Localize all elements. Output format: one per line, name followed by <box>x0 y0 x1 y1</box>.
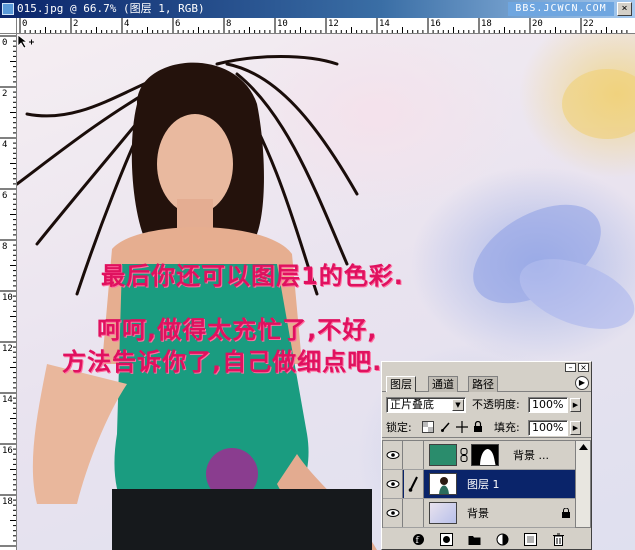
lock-image-icon[interactable] <box>440 421 452 433</box>
tab-layers[interactable]: 图层 <box>386 376 416 392</box>
eye-icon <box>386 451 400 459</box>
layers-palette[interactable]: – × 图层 通道 路径 ▶ 正片叠底 ▼ 不透明度: 100% ▶ 锁定: 填… <box>381 361 592 550</box>
palette-close-button[interactable]: × <box>578 363 589 372</box>
overlay-line-3: 方法告诉你了,自己做细点吧. <box>62 348 383 376</box>
trash-icon[interactable] <box>552 533 565 546</box>
palette-menu-button[interactable]: ▶ <box>575 376 589 390</box>
lock-position-icon[interactable] <box>456 421 468 433</box>
dark-seat <box>112 489 372 550</box>
lock-transparent-icon[interactable] <box>422 421 434 433</box>
layer-row-background[interactable]: 背景 <box>383 499 575 528</box>
left-leg <box>32 364 127 504</box>
visibility-toggle[interactable] <box>383 470 403 498</box>
ruler-label: 14 <box>2 395 13 405</box>
lock-icon <box>562 508 570 518</box>
add-mask-icon[interactable] <box>440 533 453 546</box>
adjustment-layer-icon[interactable] <box>496 533 509 546</box>
opacity-slider-button[interactable]: ▶ <box>570 398 581 412</box>
ruler-label: 18 <box>481 19 492 29</box>
vertical-ruler-ticks <box>0 35 16 547</box>
eye-icon <box>386 509 400 517</box>
ruler-label: 12 <box>2 344 13 354</box>
ruler-label: 4 <box>2 140 8 150</box>
ruler-label: 20 <box>532 19 543 29</box>
layer-thumbnail <box>429 444 457 466</box>
visibility-toggle[interactable] <box>383 499 403 527</box>
ruler-label: 22 <box>583 19 594 29</box>
layer-mask-thumbnail[interactable] <box>471 444 499 466</box>
overlay-line-1: 最后你还可以图层1的色彩. <box>101 262 404 290</box>
ruler-label: 16 <box>430 19 441 29</box>
ruler-label: 2 <box>73 19 79 29</box>
document-title-bar[interactable]: 015.jpg @ 66.7% (图层 1, RGB) BBS.JCWCN.CO… <box>0 0 635 18</box>
ruler-label: 12 <box>328 19 339 29</box>
ruler-label: 16 <box>2 446 13 456</box>
blend-mode-select[interactable]: 正片叠底 ▼ <box>386 397 466 413</box>
scroll-up-arrow-icon[interactable] <box>576 441 591 453</box>
fill-slider-button[interactable]: ▶ <box>570 421 581 435</box>
layer-list[interactable]: 背景 ... 图层 1 背景 <box>382 440 591 528</box>
ruler-label: 0 <box>2 38 8 48</box>
ruler-label: 10 <box>2 293 13 303</box>
palette-footer: f <box>382 530 591 549</box>
layer-row-layer-1[interactable]: 图层 1 <box>383 470 575 499</box>
link-toggle[interactable] <box>404 441 424 469</box>
blend-options-row: 正片叠底 ▼ 不透明度: 100% ▶ <box>382 395 591 415</box>
horizontal-ruler[interactable]: 0 2 4 6 8 10 12 14 16 18 20 22 <box>17 18 635 34</box>
brush-icon <box>408 476 418 492</box>
document-title: 015.jpg @ 66.7% (图层 1, RGB) <box>17 2 205 15</box>
ruler-label: 8 <box>226 19 232 29</box>
opacity-label: 不透明度: <box>472 398 520 411</box>
tab-paths[interactable]: 路径 <box>468 376 498 392</box>
layer-name: 背景 ... <box>513 449 549 462</box>
ruler-label: 6 <box>2 191 8 201</box>
close-button[interactable]: × <box>617 2 632 16</box>
fill-label: 填充: <box>494 421 520 434</box>
palette-tabs: 图层 通道 路径 <box>382 374 591 392</box>
palette-minimize-button[interactable]: – <box>565 363 576 372</box>
fill-value: 100% <box>532 421 564 434</box>
layer-style-icon[interactable]: f <box>412 533 425 546</box>
vertical-ruler[interactable]: 0 2 4 6 8 10 12 14 16 18 <box>0 34 17 550</box>
new-layer-icon[interactable] <box>524 533 537 546</box>
ruler-label: 4 <box>124 19 130 29</box>
layer-name: 图层 1 <box>467 478 500 491</box>
opacity-input[interactable]: 100% <box>528 397 568 413</box>
ruler-label: 18 <box>2 497 13 507</box>
document-icon <box>2 3 14 15</box>
layer-thumbnail <box>429 502 457 524</box>
lock-all-icon[interactable] <box>472 421 484 433</box>
lock-options-row: 锁定: 填充: 100% ▶ <box>382 418 591 438</box>
layer-name: 背景 <box>467 507 489 520</box>
link-toggle[interactable] <box>404 499 424 527</box>
ruler-label: 0 <box>22 19 28 29</box>
layer-thumbnail <box>429 473 457 495</box>
eye-icon <box>386 480 400 488</box>
move-cursor-icon <box>17 34 34 49</box>
overlay-line-2: 呵呵,做得太充忙了,不好, <box>97 316 378 344</box>
chain-link-icon[interactable] <box>460 448 468 462</box>
tab-channels[interactable]: 通道 <box>428 376 458 392</box>
active-layer-brush[interactable] <box>404 470 424 498</box>
layer-row-background-copy[interactable]: 背景 ... <box>383 441 575 470</box>
opacity-value: 100% <box>532 398 564 411</box>
fill-input[interactable]: 100% <box>528 420 568 436</box>
palette-title-bar[interactable]: – × <box>382 362 591 373</box>
blend-mode-value: 正片叠底 <box>390 398 434 411</box>
ruler-label: 6 <box>175 19 181 29</box>
visibility-toggle[interactable] <box>383 441 403 469</box>
lock-label: 锁定: <box>386 421 412 434</box>
site-watermark: BBS.JCWCN.COM <box>508 2 614 16</box>
ruler-label: 14 <box>379 19 390 29</box>
layer-list-scrollbar[interactable] <box>575 441 590 527</box>
new-set-icon[interactable] <box>468 533 481 546</box>
ruler-origin[interactable] <box>0 18 17 34</box>
ruler-label: 10 <box>277 19 288 29</box>
ruler-label: 8 <box>2 242 8 252</box>
ruler-label: 2 <box>2 89 8 99</box>
chevron-down-icon: ▼ <box>452 399 464 411</box>
